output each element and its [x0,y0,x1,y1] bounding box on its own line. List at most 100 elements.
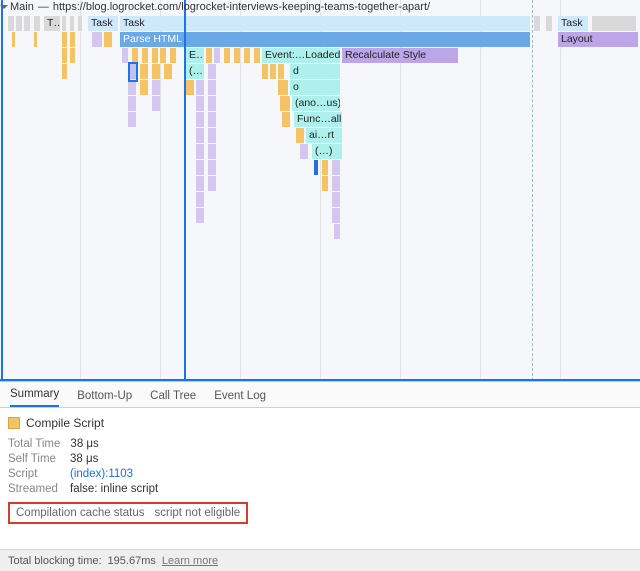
flame-block[interactable] [322,160,328,175]
flame-block[interactable] [296,128,304,143]
tab-call-tree[interactable]: Call Tree [150,384,196,407]
tab-event-log[interactable]: Event Log [214,384,266,407]
task-sliver[interactable] [70,16,74,31]
flame-block[interactable] [34,32,37,47]
flame-block[interactable] [164,64,172,79]
flame-block[interactable] [140,64,148,79]
flame-block[interactable] [208,144,216,159]
flame-block[interactable] [280,96,290,111]
flame-func-all[interactable]: Func…all [294,112,342,127]
flame-block[interactable] [186,80,194,95]
flame-block[interactable] [196,128,204,143]
flame-chart-pane[interactable]: Main — https://blog.logrocket.com/logroc… [0,0,640,382]
flame-block[interactable] [196,96,204,111]
flame-block[interactable] [314,160,318,175]
flame-block[interactable] [332,160,340,175]
flame-block[interactable] [208,128,216,143]
flame-block[interactable] [122,48,128,63]
flame-block[interactable] [140,80,148,95]
flame-block[interactable] [206,48,212,63]
flame-block[interactable] [208,176,216,191]
flame-anon[interactable]: (ano…us) [292,96,340,111]
flame-block[interactable] [262,64,268,79]
flame-block[interactable] [254,48,260,63]
flame-block[interactable] [92,32,102,47]
flame-block[interactable] [332,176,340,191]
flame-block[interactable] [278,80,288,95]
flame-e[interactable]: E… [186,48,204,63]
flame-task[interactable]: Task [558,16,588,31]
task-sliver[interactable] [534,16,540,31]
flame-block[interactable] [128,96,136,111]
flame-block[interactable] [244,48,250,63]
flame-block[interactable] [62,64,67,79]
flame-block[interactable] [152,64,160,79]
flame-block[interactable] [332,208,340,223]
flame-layout[interactable]: Layout [558,32,638,47]
task-sliver[interactable] [62,16,66,31]
flame-block[interactable] [142,48,148,63]
selected-block-indicator[interactable] [128,62,138,82]
flame-block[interactable] [208,160,216,175]
tab-summary[interactable]: Summary [10,382,59,407]
flame-o[interactable]: o [290,80,340,95]
task-sliver[interactable] [24,16,30,31]
script-link[interactable]: (index):1103 [70,468,133,480]
flame-block[interactable] [334,224,340,239]
task-sliver[interactable] [16,16,22,31]
task-sliver[interactable] [78,16,82,31]
flame-block[interactable] [62,32,67,47]
task-sliver[interactable] [34,16,40,31]
flame-block[interactable] [196,80,204,95]
flame-recalc-style[interactable]: Recalculate Style [342,48,458,63]
flame-block[interactable] [104,32,112,47]
tab-bottom-up[interactable]: Bottom-Up [77,384,132,407]
flame-task-long[interactable]: Task [120,16,530,31]
flame-block[interactable] [132,48,138,63]
flame-block[interactable] [196,192,204,207]
flame-block[interactable] [208,96,216,111]
collapse-triangle-icon[interactable] [0,5,8,9]
flame-block[interactable] [12,32,15,47]
learn-more-link[interactable]: Learn more [162,555,218,567]
flame-block[interactable] [196,208,204,223]
selection-start-line[interactable] [1,0,3,381]
flame-block[interactable] [128,80,136,95]
flame-paren2[interactable]: (…) [312,144,342,159]
flame-block[interactable] [332,192,340,207]
task-sliver[interactable] [8,16,14,31]
flame-block[interactable] [322,176,328,191]
flame-block[interactable] [270,64,276,79]
flame-block[interactable] [214,48,220,63]
flame-block[interactable] [300,144,308,159]
flame-block[interactable] [196,176,204,191]
flame-block[interactable] [160,48,166,63]
flame-paren[interactable]: (… [186,64,204,79]
flame-block[interactable] [152,96,160,111]
flame-block[interactable] [278,64,284,79]
flame-task[interactable]: T… [44,16,60,31]
flame-event-loaded[interactable]: Event:…Loaded [262,48,340,63]
task-sliver[interactable] [546,16,552,31]
flame-block[interactable] [208,64,216,79]
flame-block[interactable] [196,144,204,159]
flame-block[interactable] [170,48,176,63]
flame-block[interactable] [128,112,136,127]
flame-block[interactable] [70,48,75,63]
flame-block[interactable] [152,80,160,95]
flame-ai-rt[interactable]: ai…rt [306,128,342,143]
flame-block[interactable] [152,48,158,63]
flame-block[interactable] [196,112,204,127]
flame-block[interactable] [208,80,216,95]
main-track-header[interactable]: Main — https://blog.logrocket.com/logroc… [0,0,430,14]
flame-block[interactable] [196,160,204,175]
flame-block[interactable] [70,32,75,47]
flame-block[interactable] [234,48,240,63]
flame-d[interactable]: d [290,64,340,79]
task-sliver[interactable] [592,16,636,31]
flame-parse-html[interactable]: Parse HTML [120,32,530,47]
flame-block[interactable] [208,112,216,127]
flame-block[interactable] [62,48,67,63]
flame-block[interactable] [282,112,290,127]
flame-block[interactable] [224,48,230,63]
